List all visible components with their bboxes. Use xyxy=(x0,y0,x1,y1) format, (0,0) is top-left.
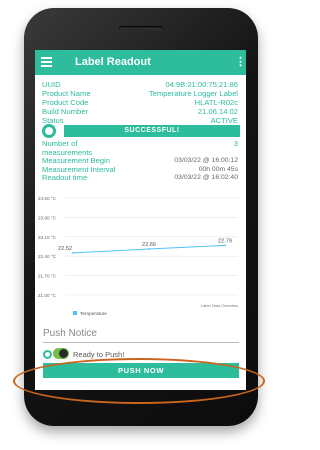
info-label: Product Name xyxy=(42,89,91,98)
info-value: HLATL-R02c xyxy=(194,98,238,107)
readout-value: 00h 00m 45s xyxy=(198,165,238,173)
temperature-chart: 24.50 °C 23.80 °C 23.10 °C 22.40 °C 21.70 °C… xyxy=(38,196,238,317)
chart-data-label: 22.66 xyxy=(142,242,156,248)
app-bar: Label Readout ⋮ xyxy=(35,50,246,75)
chart-ytick-label: 23.10 °C xyxy=(38,235,57,240)
push-now-button[interactable]: PUSH NOW xyxy=(43,363,239,378)
info-value: 04:9B:21:00:75:21:86 xyxy=(165,80,238,89)
chart-ytick-label: 21.70 °C xyxy=(38,274,57,279)
readout-row-count: Number of measurements 3 xyxy=(42,139,238,157)
chart-legend-swatch xyxy=(73,311,77,315)
more-vert-icon[interactable]: ⋮ xyxy=(235,55,246,70)
push-notice-divider xyxy=(43,342,239,343)
chart-data-label: 22.52 xyxy=(58,246,72,252)
status-row: SUCCESSFUL! xyxy=(42,124,240,138)
info-label: Build Number xyxy=(42,107,89,116)
readout-label: Readout time xyxy=(42,173,88,183)
readout-value: 03/03/22 @ 16:02:40 xyxy=(174,174,238,182)
chart-point xyxy=(224,244,226,247)
push-radio-button[interactable] xyxy=(43,350,52,359)
info-row-product-name: Product Name Temperature Logger Label xyxy=(42,89,238,98)
chart-data-label: 22.79 xyxy=(218,238,232,244)
push-notice-title: Push Notice xyxy=(43,328,97,339)
readout-row-readout-time: Readout time 03/03/22 @ 16:02:40 xyxy=(42,174,238,183)
chart-description: Label Data Overview xyxy=(201,303,238,308)
info-row-uuid: UUID 04:9B:21:00:75:21:86 xyxy=(42,80,238,89)
info-label: UUID xyxy=(42,80,61,89)
status-indicator-icon xyxy=(42,124,56,138)
chart-ytick-label: 23.80 °C xyxy=(38,215,57,220)
info-value: 21.06.14.02 xyxy=(197,107,238,116)
toggle-icon[interactable] xyxy=(53,348,69,359)
readout-info: Number of measurements 3 Measurement Beg… xyxy=(42,139,238,183)
readout-label: Number of measurements xyxy=(42,139,93,157)
label-info: UUID 04:9B:21:00:75:21:86 Product Name T… xyxy=(42,80,238,125)
info-label: Product Code xyxy=(42,98,89,107)
readout-value: 3 xyxy=(233,139,238,148)
chart-point xyxy=(148,248,150,250)
ready-status-text: Ready to Push! xyxy=(73,350,125,359)
chart-ytick-label: 21.00 °C xyxy=(38,293,57,298)
phone-speaker xyxy=(119,26,163,31)
info-row-build-number: Build Number 21.06.14.02 xyxy=(42,107,238,116)
chart-point xyxy=(72,251,74,254)
chart-ytick-label: 24.50 °C xyxy=(38,196,57,201)
readout-value: 03/03/22 @ 16:00:12 xyxy=(174,157,238,165)
app-title: Label Readout xyxy=(75,56,151,68)
chart-ytick-label: 22.40 °C xyxy=(38,254,57,259)
status-banner: SUCCESSFUL! xyxy=(64,125,240,137)
hamburger-menu-icon[interactable] xyxy=(41,57,52,67)
app-screen: Label Readout ⋮ UUID 04:9B:21:00:75:21:8… xyxy=(35,50,246,390)
info-row-product-code: Product Code HLATL-R02c xyxy=(42,98,238,107)
info-value: Temperature Logger Label xyxy=(148,89,238,98)
chart-legend-label: Temperature xyxy=(80,311,107,317)
